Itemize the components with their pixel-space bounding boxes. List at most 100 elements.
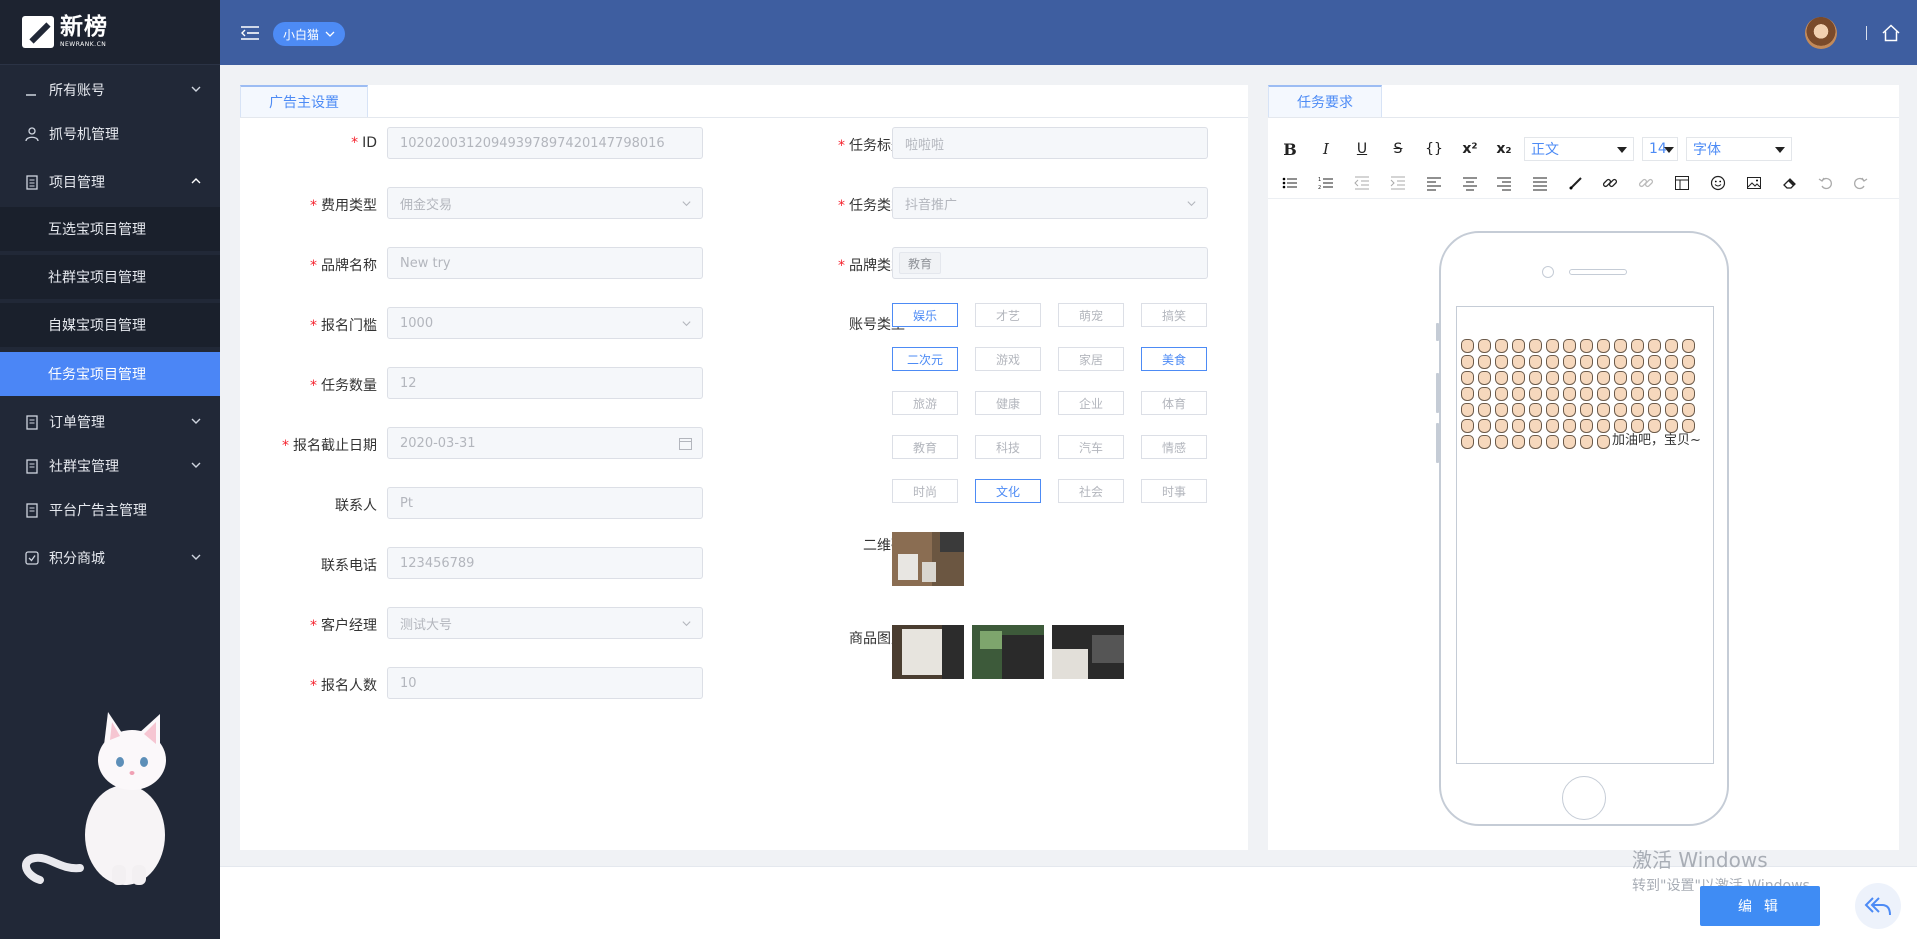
sidebar-item-projects[interactable]: 项目管理 — [0, 160, 220, 204]
phone-preview: 加油吧，宝贝~ — [1436, 231, 1729, 826]
code-button[interactable]: {} — [1422, 137, 1446, 161]
hand-emoji-icon — [1663, 385, 1680, 401]
form-input[interactable]: 1020200312094939789742014779​8016 — [387, 127, 703, 159]
sidebar-subitem-zimeibao[interactable]: 自媒宝项目管理 — [0, 303, 220, 347]
eraser-icon[interactable] — [1778, 171, 1802, 195]
hand-emoji-icon — [1680, 353, 1697, 369]
brush-icon[interactable] — [1564, 171, 1588, 195]
form-select[interactable]: 1000 — [387, 307, 703, 339]
account-type-tag[interactable]: 教育 — [892, 435, 958, 459]
account-type-tag[interactable]: 游戏 — [975, 347, 1041, 371]
account-type-tag[interactable]: 娱乐 — [892, 303, 958, 327]
logo[interactable]: 新榜 NEWRANK.CN — [0, 0, 220, 65]
link-icon[interactable] — [1598, 171, 1622, 195]
undo-icon[interactable] — [1814, 171, 1838, 195]
sidebar-item-label: 积分商城 — [49, 551, 105, 567]
align-center-icon[interactable] — [1458, 171, 1482, 195]
task-title-input[interactable]: 啦啦啦 — [892, 127, 1208, 159]
strikethrough-button[interactable]: S — [1386, 137, 1410, 161]
chevron-down-icon — [1187, 201, 1196, 207]
account-type-tag[interactable]: 才艺 — [975, 303, 1041, 327]
align-left-icon[interactable] — [1422, 171, 1446, 195]
account-type-tag[interactable]: 搞笑 — [1141, 303, 1207, 327]
form-select[interactable]: 佣金交易 — [387, 187, 703, 219]
editor-content[interactable]: 加油吧，宝贝~ — [1456, 306, 1714, 764]
sidebar-item-shequnbao[interactable]: 社群宝管理 — [0, 444, 220, 488]
paragraph-format-select[interactable]: 正文 — [1524, 137, 1634, 161]
user-switcher[interactable]: 小白猫 — [273, 22, 346, 46]
sidebar-subitem-huxuanbao[interactable]: 互选宝项目管理 — [0, 207, 220, 251]
form-input[interactable]: Pt — [387, 487, 703, 519]
hand-emoji-icon — [1459, 385, 1476, 401]
bullet-list-icon[interactable] — [1278, 171, 1302, 195]
product-image-3[interactable] — [1052, 625, 1124, 679]
hand-emoji-icon — [1612, 353, 1629, 369]
account-type-tag[interactable]: 时尚 — [892, 479, 958, 503]
home-icon[interactable] — [1882, 24, 1900, 42]
sidebar-item-points-mall[interactable]: 积分商城 — [0, 536, 220, 580]
sidebar-subitem-shequnbao[interactable]: 社群宝项目管理 — [0, 255, 220, 299]
back-button[interactable] — [1855, 883, 1901, 929]
account-type-tag[interactable]: 健康 — [975, 391, 1041, 415]
account-type-tag[interactable]: 旅游 — [892, 391, 958, 415]
account-type-tag[interactable]: 家居 — [1058, 347, 1124, 371]
font-family-select[interactable]: 字体 — [1686, 137, 1792, 161]
phone-side-button — [1436, 373, 1439, 413]
bold-button[interactable]: B — [1278, 137, 1302, 161]
task-type-select[interactable]: 抖音推广 — [892, 187, 1208, 219]
emoji-icon[interactable] — [1706, 171, 1730, 195]
product-image-1[interactable] — [892, 625, 964, 679]
avatar[interactable] — [1805, 17, 1837, 49]
account-type-tag[interactable]: 情感 — [1141, 435, 1207, 459]
sidebar-item-all-accounts[interactable]: 所有账号 — [0, 68, 220, 112]
sidebar-item-advertisers[interactable]: 平台广告主管理 — [0, 488, 220, 532]
unlink-icon[interactable] — [1634, 171, 1658, 195]
hand-emoji-icon — [1476, 417, 1493, 433]
subscript-button[interactable]: x₂ — [1492, 137, 1516, 161]
sidebar-item-grabber[interactable]: 抓号机管理 — [0, 112, 220, 156]
form-input[interactable]: 123456789 — [387, 547, 703, 579]
hand-emoji-icon — [1459, 401, 1476, 417]
account-type-tag[interactable]: 体育 — [1141, 391, 1207, 415]
form-input[interactable]: 10 — [387, 667, 703, 699]
italic-button[interactable]: I — [1314, 137, 1338, 161]
form-input[interactable]: New try — [387, 247, 703, 279]
table-icon[interactable] — [1670, 171, 1694, 195]
sidebar-item-orders[interactable]: 订单管理 — [0, 400, 220, 444]
watermark-line1: 激活 Windows — [1632, 848, 1768, 872]
sidebar-subitem-renwubao[interactable]: 任务宝项目管理 — [0, 352, 220, 396]
date-picker[interactable]: 2020-03-31 — [387, 427, 703, 459]
brand-type-input[interactable]: 教育 — [892, 247, 1208, 279]
account-type-tag[interactable]: 二次元 — [892, 347, 958, 371]
sidebar-item-label: 平台广告主管理 — [49, 503, 147, 519]
product-image-2[interactable] — [972, 625, 1044, 679]
align-justify-icon[interactable] — [1528, 171, 1552, 195]
tab-task-requirements[interactable]: 任务要求 — [1268, 85, 1382, 117]
indent-icon[interactable] — [1386, 171, 1410, 195]
caret-down-icon — [1664, 147, 1674, 153]
account-type-tag[interactable]: 社会 — [1058, 479, 1124, 503]
form-input[interactable]: 12 — [387, 367, 703, 399]
account-type-tag[interactable]: 企业 — [1058, 391, 1124, 415]
redo-icon[interactable] — [1848, 171, 1872, 195]
superscript-button[interactable]: x² — [1458, 137, 1482, 161]
qrcode-image[interactable] — [892, 532, 964, 586]
form-select[interactable]: 测试大号 — [387, 607, 703, 639]
numbered-list-icon[interactable]: 12 — [1314, 171, 1338, 195]
image-icon[interactable] — [1742, 171, 1766, 195]
menu-toggle-icon[interactable] — [241, 25, 259, 41]
account-type-tag[interactable]: 时事 — [1141, 479, 1207, 503]
underline-button[interactable]: U — [1350, 137, 1374, 161]
account-type-tag[interactable]: 科技 — [975, 435, 1041, 459]
align-right-icon[interactable] — [1492, 171, 1516, 195]
font-size-select[interactable]: 14 — [1642, 137, 1678, 161]
edit-button[interactable]: 编 辑 — [1700, 886, 1820, 926]
account-type-tag[interactable]: 文化 — [975, 479, 1041, 503]
account-type-tag[interactable]: 美食 — [1141, 347, 1207, 371]
tab-advertiser-settings[interactable]: 广告主设置 — [240, 85, 368, 117]
users-icon — [24, 126, 40, 142]
account-type-tag[interactable]: 萌宠 — [1058, 303, 1124, 327]
outdent-icon[interactable] — [1350, 171, 1374, 195]
account-type-tag[interactable]: 汽车 — [1058, 435, 1124, 459]
hand-emoji-icon — [1663, 417, 1680, 433]
